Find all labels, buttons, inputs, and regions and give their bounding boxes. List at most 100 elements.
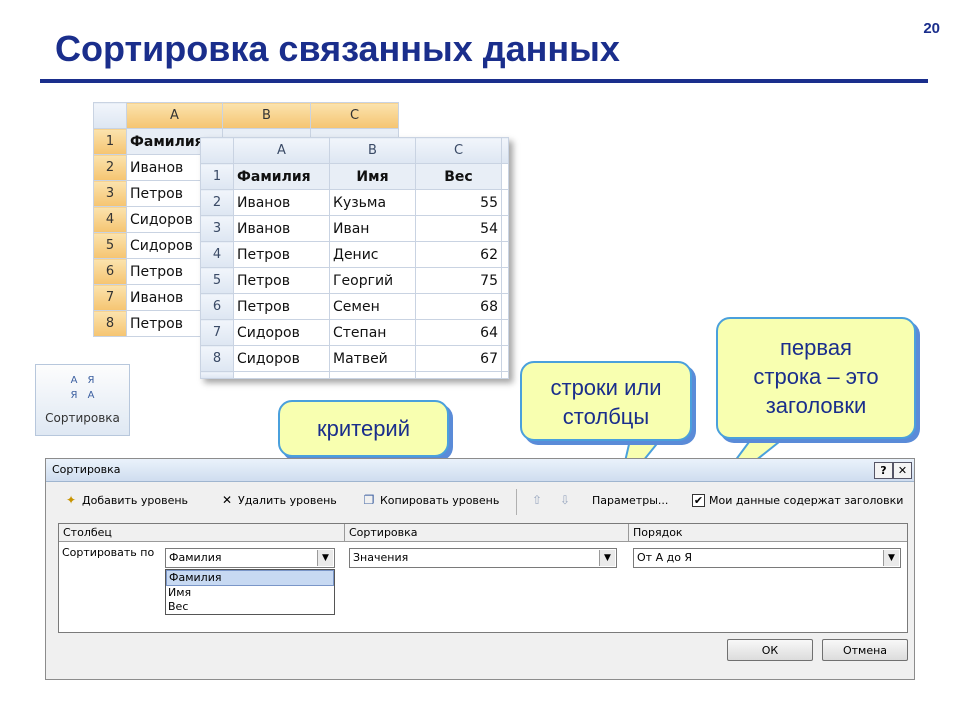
ok-button[interactable]: ОК [727, 639, 813, 661]
row-header[interactable]: 8 [200, 345, 234, 372]
cell[interactable] [329, 371, 416, 379]
row-header[interactable]: 7 [200, 319, 234, 346]
column-header-b[interactable]: B [329, 137, 416, 164]
copy-level-button[interactable]: ❐ Копировать уровень [362, 494, 500, 508]
row-header[interactable] [200, 371, 234, 379]
select-all-corner[interactable] [200, 137, 234, 164]
cell[interactable]: 67 [415, 345, 502, 372]
column-header-b[interactable]: B [222, 102, 311, 129]
sort-on-header: Сортировка [345, 524, 629, 542]
cell[interactable]: 55 [415, 189, 502, 216]
cell[interactable]: Иванов [233, 189, 330, 216]
cell[interactable]: Фамилия [233, 163, 330, 190]
cell[interactable] [501, 241, 509, 268]
row-header[interactable]: 2 [93, 154, 127, 181]
cell[interactable]: Семен [329, 293, 416, 320]
cell[interactable] [415, 371, 502, 379]
row-header[interactable]: 4 [93, 206, 127, 233]
row-header[interactable]: 8 [93, 310, 127, 337]
sort-icon-letter: Я [87, 375, 95, 386]
sort-levels-table: Столбец Сортировка Порядок Сортировать п… [58, 523, 908, 633]
cell[interactable]: Кузьма [329, 189, 416, 216]
dropdown-arrow-icon[interactable]: ▼ [317, 550, 333, 566]
column-select[interactable]: Фамилия ▼ [165, 548, 335, 568]
cell[interactable]: Денис [329, 241, 416, 268]
cell[interactable]: 54 [415, 215, 502, 242]
row-header[interactable]: 3 [200, 215, 234, 242]
move-up-button[interactable]: ⇧ [530, 494, 544, 507]
cell[interactable]: Иванов [233, 215, 330, 242]
cell[interactable]: Имя [329, 163, 416, 190]
select-all-corner[interactable] [93, 102, 127, 129]
cell[interactable]: Сидоров [233, 319, 330, 346]
callout-first-row-headers: первая строка – это заголовки [716, 317, 916, 439]
sheet-sorted: A B C 1 Фамилия Имя Вес 2 Иванов Кузьма 55 3 Ив… [200, 137, 509, 379]
cell[interactable] [501, 267, 509, 294]
help-button[interactable]: ? [874, 462, 893, 479]
cell[interactable] [501, 293, 509, 320]
column-header-c[interactable]: C [310, 102, 399, 129]
cell[interactable] [501, 215, 509, 242]
cell[interactable]: Петров [233, 293, 330, 320]
title-rule [40, 79, 928, 83]
cell[interactable]: Иван [329, 215, 416, 242]
dropdown-option[interactable]: Вес [166, 600, 334, 614]
cell[interactable]: Петров [233, 241, 330, 268]
row-header[interactable]: 4 [200, 241, 234, 268]
row-header[interactable]: 5 [200, 267, 234, 294]
has-headers-label: Мои данные содержат заголовки [709, 494, 904, 507]
order-header: Порядок [629, 524, 907, 542]
row-header[interactable]: 2 [200, 189, 234, 216]
cell[interactable] [501, 371, 509, 379]
cell[interactable] [501, 319, 509, 346]
sort-ribbon-button[interactable]: А Я Я А Сортировка [35, 364, 130, 436]
sort-on-select[interactable]: Значения ▼ [349, 548, 617, 568]
dropdown-option[interactable]: Фамилия [166, 570, 334, 586]
callout-text-line: заголовки [765, 393, 867, 418]
cell[interactable]: 64 [415, 319, 502, 346]
close-button[interactable]: ✕ [893, 462, 912, 479]
column-header-a[interactable]: A [126, 102, 223, 129]
cell[interactable]: 62 [415, 241, 502, 268]
dropdown-arrow-icon[interactable]: ▼ [599, 550, 615, 566]
cell[interactable]: 75 [415, 267, 502, 294]
column-header-a[interactable]: A [233, 137, 330, 164]
cell[interactable]: Матвей [329, 345, 416, 372]
row-header[interactable]: 6 [93, 258, 127, 285]
dialog-titlebar[interactable]: Сортировка ? ✕ [46, 459, 914, 482]
cell[interactable]: Вес [415, 163, 502, 190]
options-button[interactable]: Параметры... [592, 494, 668, 507]
cell[interactable] [501, 189, 509, 216]
cancel-button[interactable]: Отмена [822, 639, 908, 661]
delete-icon: ✕ [221, 493, 233, 507]
has-headers-checkbox[interactable]: ✔ [692, 494, 705, 507]
cell[interactable] [233, 371, 330, 379]
column-header: Столбец [59, 524, 345, 542]
cell[interactable] [501, 345, 509, 372]
column-header-c[interactable]: C [415, 137, 502, 164]
cell[interactable]: Петров [233, 267, 330, 294]
has-headers-option[interactable]: ✔ Мои данные содержат заголовки [692, 494, 903, 507]
cell[interactable]: Сидоров [233, 345, 330, 372]
row-header[interactable]: 6 [200, 293, 234, 320]
row-header[interactable]: 1 [200, 163, 234, 190]
row-header[interactable]: 5 [93, 232, 127, 259]
order-select[interactable]: От А до Я ▼ [633, 548, 901, 568]
sort-by-label: Сортировать по [62, 546, 155, 559]
row-header[interactable]: 3 [93, 180, 127, 207]
move-down-button[interactable]: ⇩ [558, 494, 572, 507]
sort-dialog: Сортировка ? ✕ ✦ Добавить уровень ✕ Удал… [45, 458, 915, 680]
dropdown-arrow-icon[interactable]: ▼ [883, 550, 899, 566]
add-level-label: Добавить уровень [82, 494, 189, 507]
column-header-d[interactable] [501, 137, 509, 164]
row-header[interactable]: 1 [93, 128, 127, 155]
delete-level-button[interactable]: ✕ Удалить уровень [220, 493, 337, 508]
row-header[interactable]: 7 [93, 284, 127, 311]
toolbar-separator [516, 489, 517, 515]
dropdown-option[interactable]: Имя [166, 586, 334, 600]
add-level-button[interactable]: ✦ Добавить уровень [64, 494, 189, 508]
cell[interactable]: 68 [415, 293, 502, 320]
cell[interactable]: Георгий [329, 267, 416, 294]
cell[interactable]: Степан [329, 319, 416, 346]
cell[interactable] [501, 163, 509, 190]
